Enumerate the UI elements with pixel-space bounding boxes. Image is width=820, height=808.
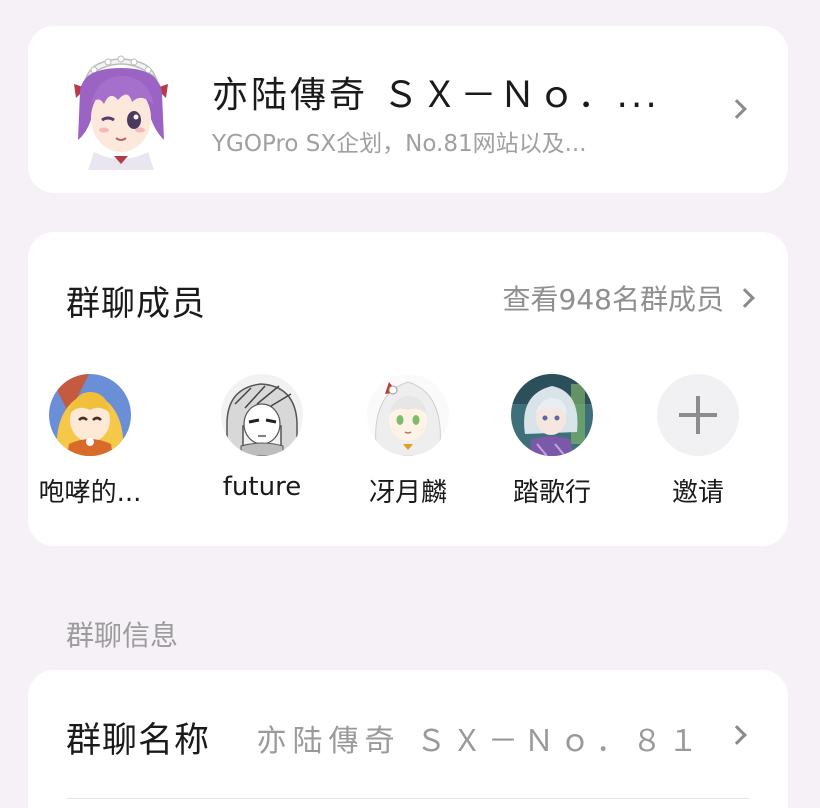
group-name: 亦陆傳奇 ＳＸ－Ｎｏ．... [212, 75, 660, 116]
sketch-anime-avatar-icon [221, 374, 303, 456]
group-chat-info-page: 亦陆傳奇 ＳＸ－Ｎｏ．... YGOPro SX企划，No.81网站以及... … [0, 0, 820, 808]
group-name-row-label: 群聊名称 [66, 721, 211, 761]
group-avatar-icon [74, 55, 168, 170]
member-name: future [222, 472, 302, 502]
group-name-row[interactable]: 群聊名称 亦陆傳奇 ＳＸ－Ｎｏ．８１ [28, 670, 788, 800]
members-card: 群聊成员 查看948名群成员 咆哮的... future 冴月麟 踏歌行 邀请 [28, 232, 788, 546]
member-name: 冴月麟 [368, 478, 447, 508]
group-name-row-value: 亦陆傳奇 ＳＸ－Ｎｏ．８１ [256, 724, 704, 759]
fairy-anime-avatar-icon [511, 374, 593, 456]
blonde-anime-avatar-icon [49, 374, 131, 456]
plus-icon [657, 374, 739, 456]
view-all-members-label: 查看948名群成员 [502, 283, 724, 316]
group-info-card: 群聊名称 亦陆傳奇 ＳＸ－Ｎｏ．８１ [28, 670, 788, 808]
invite-button[interactable]: 邀请 [638, 374, 758, 509]
member-item[interactable]: 踏歌行 [492, 374, 612, 509]
view-all-members-link[interactable]: 查看948名群成员 [502, 276, 755, 320]
white-hood-anime-avatar-icon [367, 374, 449, 456]
chevron-right-icon [727, 99, 747, 119]
member-item[interactable]: future [202, 374, 322, 502]
chevron-right-icon [735, 288, 755, 308]
member-name: 踏歌行 [512, 478, 591, 508]
group-description: YGOPro SX企划，No.81网站以及... [212, 131, 587, 157]
group-header-card[interactable]: 亦陆傳奇 ＳＸ－Ｎｏ．... YGOPro SX企划，No.81网站以及... [28, 26, 788, 193]
member-item[interactable]: 咆哮的... [30, 374, 150, 509]
invite-label: 邀请 [671, 478, 724, 508]
chevron-right-icon [727, 725, 747, 745]
member-name: 咆哮的... [38, 478, 142, 508]
divider [66, 798, 750, 799]
members-title: 群聊成员 [66, 284, 206, 324]
member-item[interactable]: 冴月麟 [348, 374, 468, 509]
section-label-group-info: 群聊信息 [66, 619, 179, 652]
